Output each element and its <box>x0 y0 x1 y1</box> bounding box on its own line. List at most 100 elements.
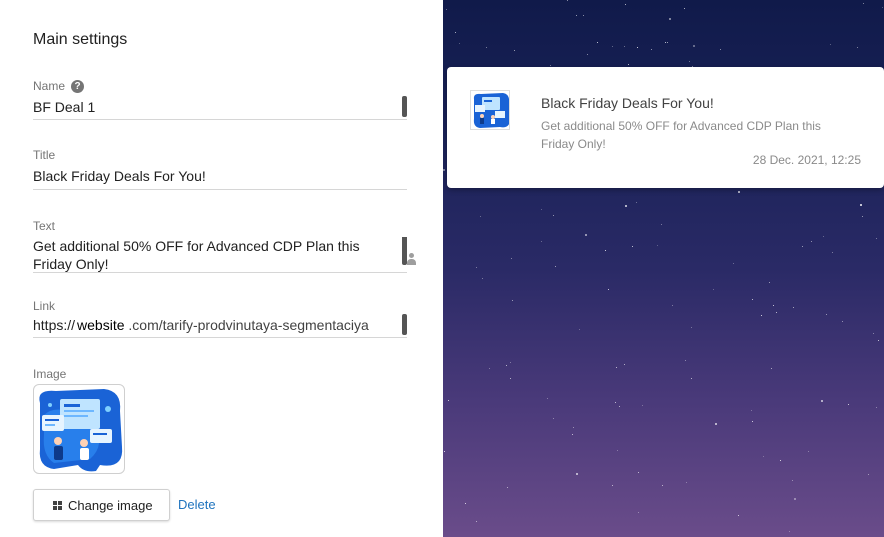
star <box>793 307 794 308</box>
star <box>763 456 764 457</box>
star <box>860 204 862 206</box>
notification-preview-image <box>470 90 510 130</box>
star <box>448 400 449 401</box>
star <box>617 450 618 451</box>
star <box>752 421 753 422</box>
star <box>579 329 580 330</box>
link-path: .com/tarify-prodvinutaya-segmentaciya <box>128 317 369 333</box>
name-label: Name ? <box>33 79 85 93</box>
star <box>773 305 774 306</box>
star <box>789 531 790 532</box>
grid-icon <box>53 500 62 510</box>
star <box>752 299 753 300</box>
star <box>489 368 490 369</box>
star <box>612 485 613 486</box>
title-field[interactable]: Black Friday Deals For You! <box>33 168 407 190</box>
star <box>482 278 483 279</box>
star <box>625 205 627 207</box>
link-field[interactable]: https://website .com/tarify-prodvinutaya… <box>33 314 407 338</box>
star <box>616 367 617 368</box>
delete-image-link[interactable]: Delete <box>178 497 216 512</box>
star <box>506 365 507 366</box>
star <box>808 451 809 452</box>
text-label-text: Text <box>33 219 56 233</box>
star <box>776 312 777 313</box>
star <box>657 245 658 246</box>
star <box>720 49 721 50</box>
title-label-text: Title <box>33 148 56 162</box>
star <box>638 512 639 513</box>
star <box>821 400 823 402</box>
star <box>738 191 740 193</box>
star <box>583 15 584 16</box>
link-host: website <box>77 317 125 333</box>
name-scrollbar[interactable] <box>402 96 407 117</box>
star <box>576 473 578 475</box>
star <box>642 405 643 406</box>
text-field[interactable]: Get additional 50% OFF for Advanced CDP … <box>33 237 407 273</box>
star <box>553 418 554 419</box>
section-title: Main settings <box>33 31 128 48</box>
star <box>615 402 616 403</box>
star <box>780 460 781 461</box>
star <box>794 498 796 500</box>
title-value: Black Friday Deals For You! <box>33 168 206 184</box>
star <box>605 250 606 251</box>
star <box>876 238 877 239</box>
star <box>691 378 692 379</box>
star <box>486 47 487 48</box>
star <box>443 169 445 171</box>
star <box>480 216 481 217</box>
star <box>738 515 739 516</box>
star <box>672 305 673 306</box>
star <box>651 49 652 50</box>
star <box>842 321 843 322</box>
change-image-button[interactable]: Change image <box>33 489 170 521</box>
star <box>572 434 573 435</box>
notification-preview: Black Friday Deals For You! Get addition… <box>447 67 884 188</box>
star <box>857 47 858 48</box>
star <box>476 267 477 268</box>
name-label-text: Name <box>33 79 66 93</box>
star <box>476 521 477 522</box>
star <box>455 32 456 33</box>
star <box>691 327 692 328</box>
star <box>555 266 556 267</box>
help-icon[interactable]: ? <box>71 79 85 93</box>
link-scrollbar[interactable] <box>402 314 407 335</box>
star <box>465 503 466 504</box>
star <box>802 246 803 247</box>
star <box>576 15 577 16</box>
star <box>684 8 685 9</box>
star <box>510 378 511 379</box>
text-label: Text <box>33 219 55 233</box>
star <box>769 282 770 283</box>
star <box>863 3 864 4</box>
notification-text: Get additional 50% OFF for Advanced CDP … <box>541 119 821 151</box>
star <box>751 410 752 411</box>
star <box>573 427 574 428</box>
person-icon <box>407 253 416 266</box>
star <box>624 46 625 47</box>
star <box>792 480 793 481</box>
star <box>823 236 824 237</box>
settings-panel: Main settings Name ? BF Deal 1 Title Bla… <box>0 0 443 537</box>
star <box>862 216 863 217</box>
star <box>514 50 515 51</box>
star <box>510 362 511 363</box>
star <box>512 300 513 301</box>
star <box>624 364 625 365</box>
star <box>662 485 663 486</box>
text-value: Get additional 50% OFF for Advanced CDP … <box>33 238 360 272</box>
star <box>761 315 762 316</box>
title-label: Title <box>33 148 55 162</box>
name-field[interactable]: BF Deal 1 <box>33 96 407 120</box>
change-image-label: Change image <box>68 497 153 513</box>
star <box>553 215 554 216</box>
star <box>638 472 639 473</box>
star <box>667 42 668 43</box>
notification-time: 28 Dec. 2021, 12:25 <box>752 153 861 167</box>
star <box>637 47 638 48</box>
star <box>587 54 588 55</box>
link-prefix: https:// <box>33 317 76 333</box>
